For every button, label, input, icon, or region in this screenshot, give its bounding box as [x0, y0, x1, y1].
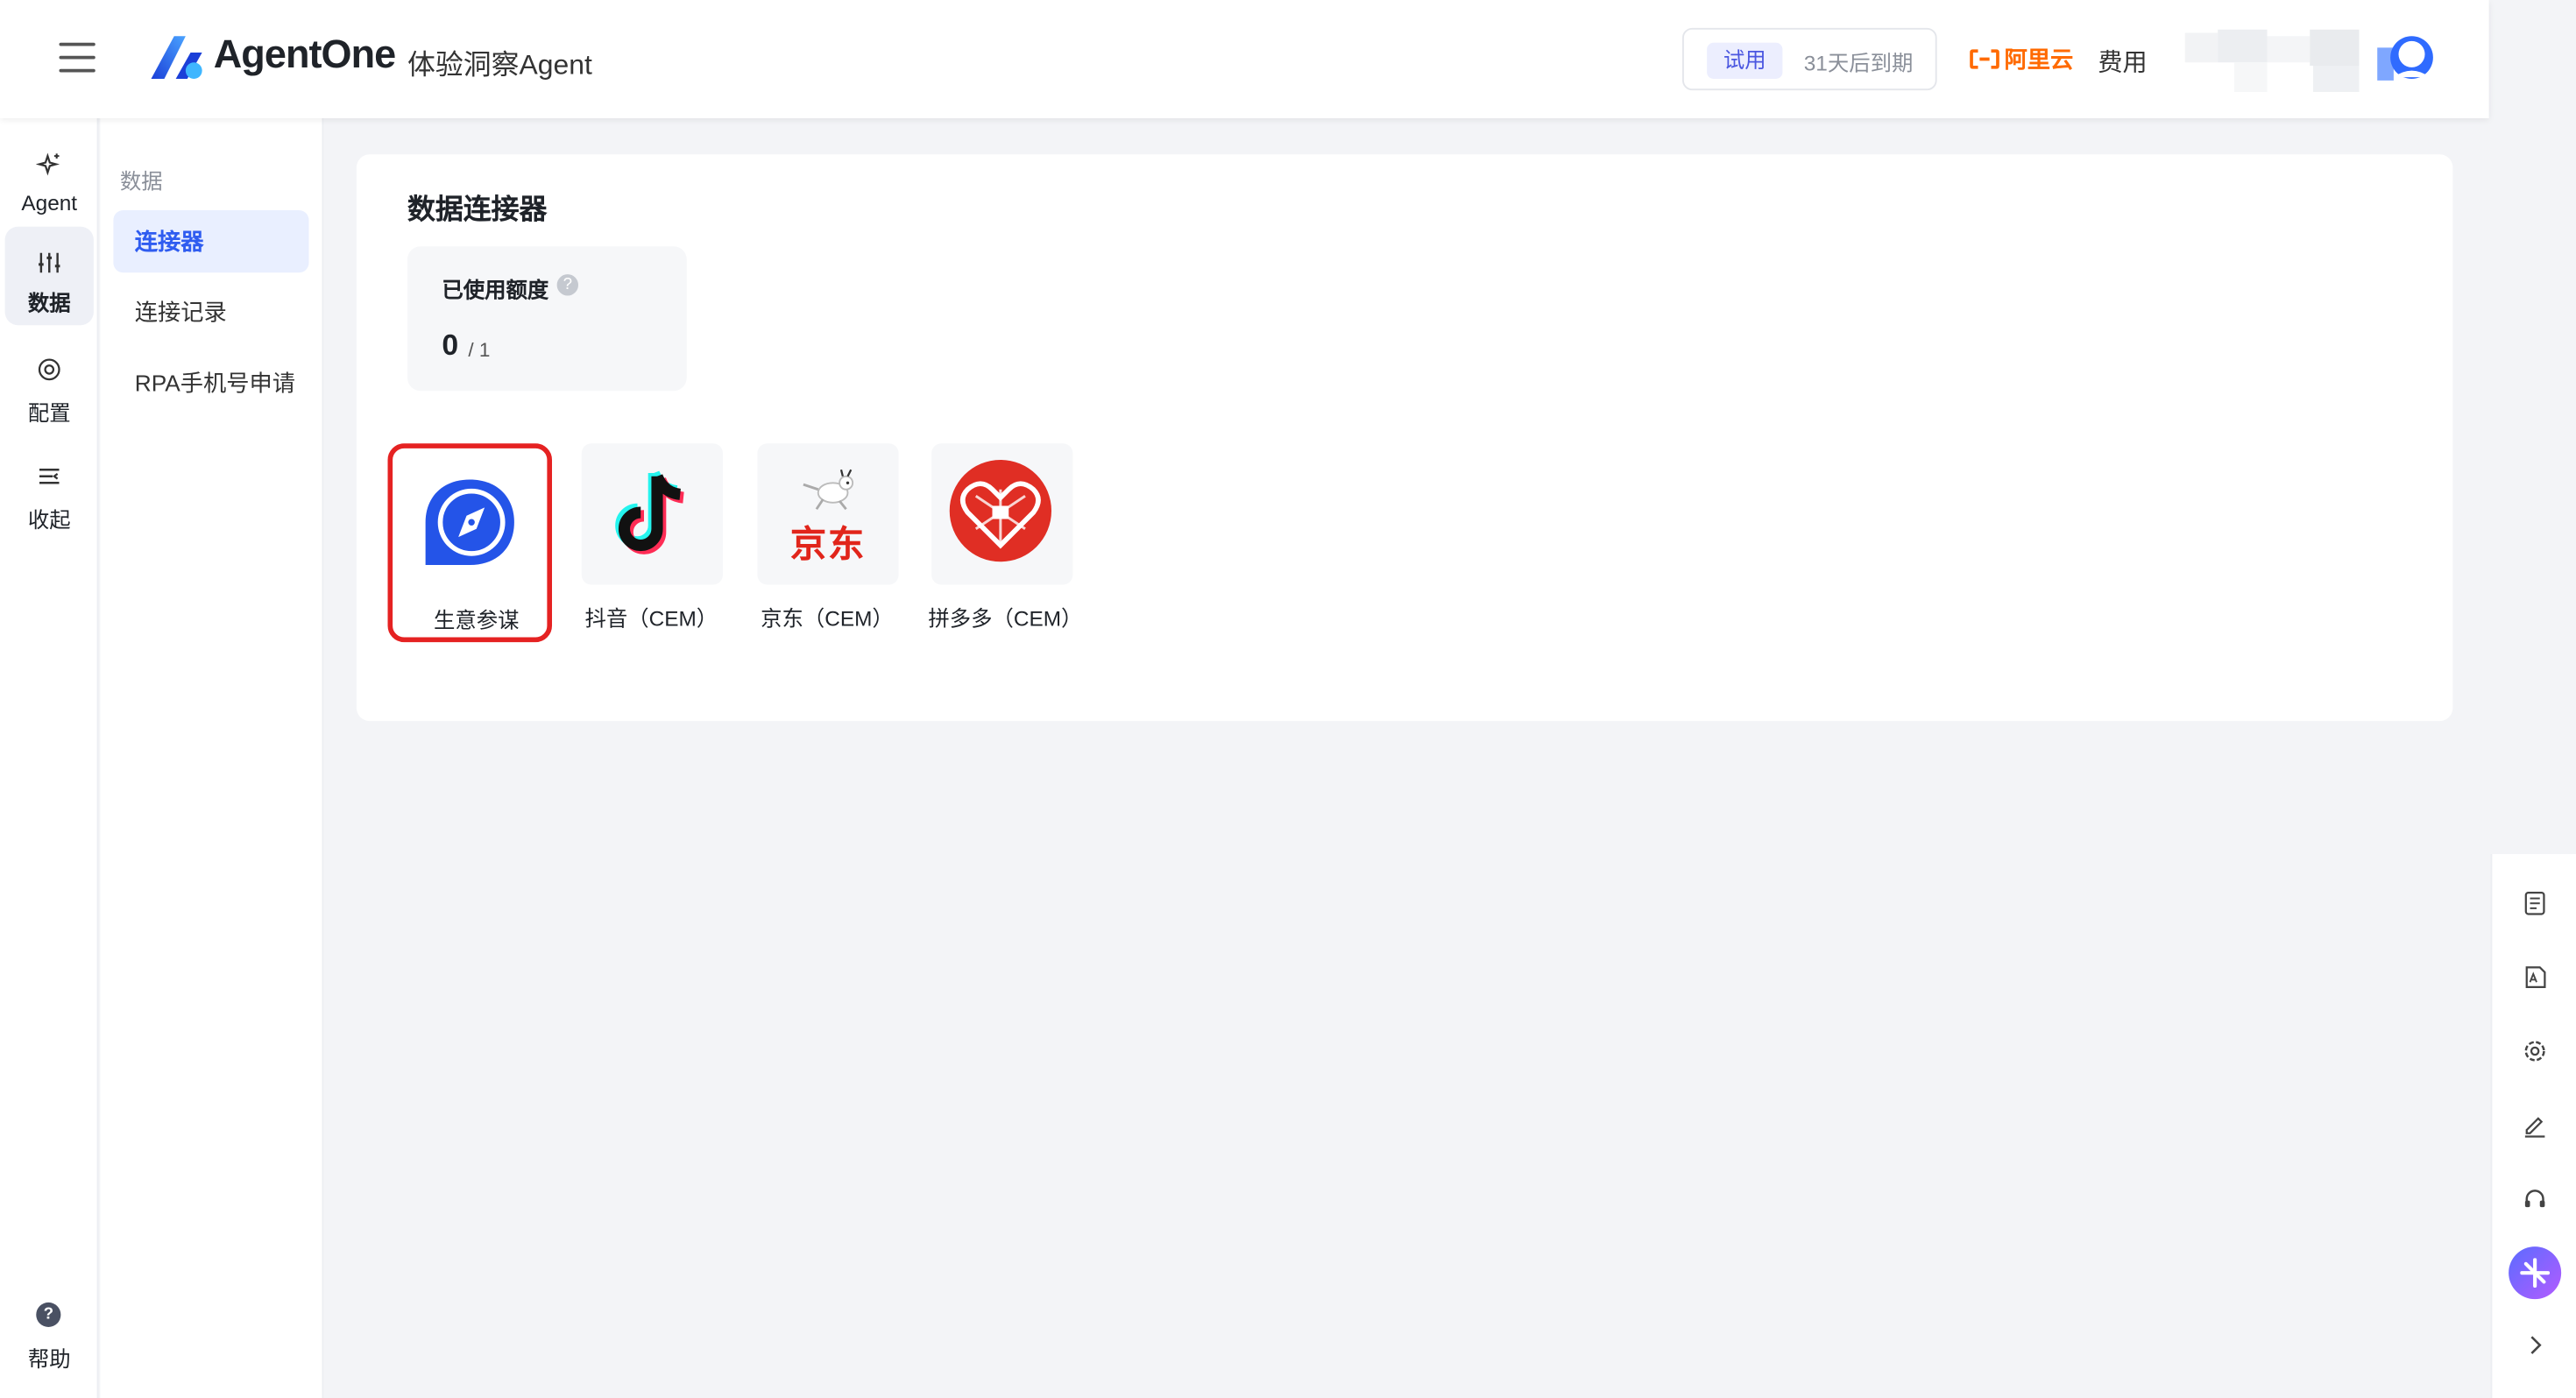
rail-item-config[interactable]: 配置: [5, 340, 94, 439]
edit-icon: [2524, 1117, 2545, 1138]
ai-assistant-icon: [2520, 1258, 2550, 1288]
jd-logo-text: 京东: [789, 524, 867, 565]
aliyun-label: 阿里云: [2004, 46, 2074, 73]
fee-link[interactable]: 费用: [2098, 45, 2147, 79]
connector-label: 抖音（CEM）: [584, 605, 718, 631]
gear-icon: [2524, 1041, 2545, 1062]
compass-icon: [425, 479, 514, 565]
sliders-icon: [39, 252, 60, 273]
connector-douyin[interactable]: 抖音（CEM）: [575, 443, 740, 642]
trial-expiry: 31天后到期: [1803, 51, 1914, 76]
brand-name: AgentOne: [213, 32, 396, 78]
pinduoduo-icon: [949, 460, 1051, 562]
quota-label: 已使用额度: [442, 277, 549, 302]
submenu-item-connection-log[interactable]: 连接记录: [113, 281, 308, 343]
connector-logo-tile: [931, 443, 1073, 585]
account-name-blurred: [2184, 29, 2382, 95]
support-button[interactable]: [2510, 1175, 2559, 1224]
rail-label-config: 配置: [27, 400, 71, 426]
rail-item-agent[interactable]: Agent: [5, 135, 94, 234]
quota-panel: 已使用额度 ? 0 / 1: [407, 246, 687, 392]
expand-toolbar-button[interactable]: [2510, 1321, 2559, 1370]
rail-item-data[interactable]: 数据: [4, 226, 94, 326]
connector-logo-tile: 京东: [757, 443, 899, 585]
submenu-item-rpa-phone[interactable]: RPA手机号申请: [113, 351, 308, 413]
top-header: AgentOne 体验洞察Agent 试用 31天后到期 阿里云 费用: [0, 0, 2489, 118]
icon-rail: Agent 数据 配置 收起 ? 帮助: [0, 118, 99, 1398]
app-window: AgentOne 体验洞察Agent 试用 31天后到期 阿里云 费用 Agen…: [0, 0, 2576, 1398]
connector-card: 数据连接器 已使用额度 ? 0 / 1 生意参谋 抖音（CEM） 京东 京东（C…: [356, 154, 2453, 722]
aliyun-link[interactable]: 阿里云: [1970, 45, 2073, 74]
sparkle-icon: [36, 152, 60, 176]
rail-label-data: 数据: [27, 290, 71, 315]
menu-icon[interactable]: [59, 42, 99, 76]
connector-label: 生意参谋: [434, 607, 520, 632]
chevron-right-icon: [2530, 1336, 2542, 1354]
connector-label: 京东（CEM）: [761, 605, 894, 631]
collapse-icon: [39, 469, 60, 484]
tiktok-icon: [615, 470, 685, 554]
help-icon: ?: [36, 1302, 61, 1327]
connector-logo-tile: [581, 443, 723, 585]
data-submenu: 数据 连接器 连接记录 RPA手机号申请: [100, 118, 324, 1398]
trial-status[interactable]: 试用 31天后到期: [1682, 27, 1937, 91]
settings-button[interactable]: [2510, 1027, 2559, 1076]
rail-item-collapse[interactable]: 收起: [5, 447, 94, 546]
edit-button[interactable]: [2510, 1100, 2559, 1149]
rail-label-collapse: 收起: [27, 507, 71, 533]
help-icon[interactable]: ?: [556, 274, 578, 296]
avatar[interactable]: [2377, 32, 2437, 88]
aliyun-logo-icon: [1970, 49, 1999, 69]
target-icon: [38, 358, 60, 381]
rail-item-help[interactable]: ? 帮助: [5, 1293, 94, 1392]
quota-used: 0: [442, 328, 459, 362]
api-button[interactable]: [2510, 953, 2559, 1002]
quota-total: / 1: [468, 338, 491, 362]
submenu-item-connectors[interactable]: 连接器: [113, 210, 309, 273]
ai-assistant-button[interactable]: [2509, 1246, 2562, 1300]
document-icon: [2524, 891, 2545, 915]
document-button[interactable]: [2510, 879, 2559, 928]
product-subtitle: 体验洞察Agent: [407, 49, 592, 81]
connector-label: 拼多多（CEM）: [928, 605, 1083, 631]
trial-badge: 试用: [1707, 42, 1783, 79]
rail-label-agent: Agent: [21, 190, 78, 215]
page-title: 数据连接器: [407, 194, 548, 225]
agentone-logo-icon: [151, 36, 202, 79]
connector-shengyi-canmou[interactable]: 生意参谋: [387, 443, 552, 643]
api-icon: [2525, 966, 2546, 988]
connector-pinduoduo[interactable]: 拼多多（CEM）: [925, 443, 1090, 642]
submenu-group-title: 数据: [119, 169, 163, 194]
connector-jd[interactable]: 京东 京东（CEM）: [751, 443, 916, 642]
headset-icon: [2524, 1190, 2545, 1208]
connector-logo-tile: [399, 451, 541, 593]
jd-icon: [803, 469, 854, 511]
right-toolbar: [2490, 854, 2576, 1398]
rail-label-help: 帮助: [27, 1346, 71, 1372]
